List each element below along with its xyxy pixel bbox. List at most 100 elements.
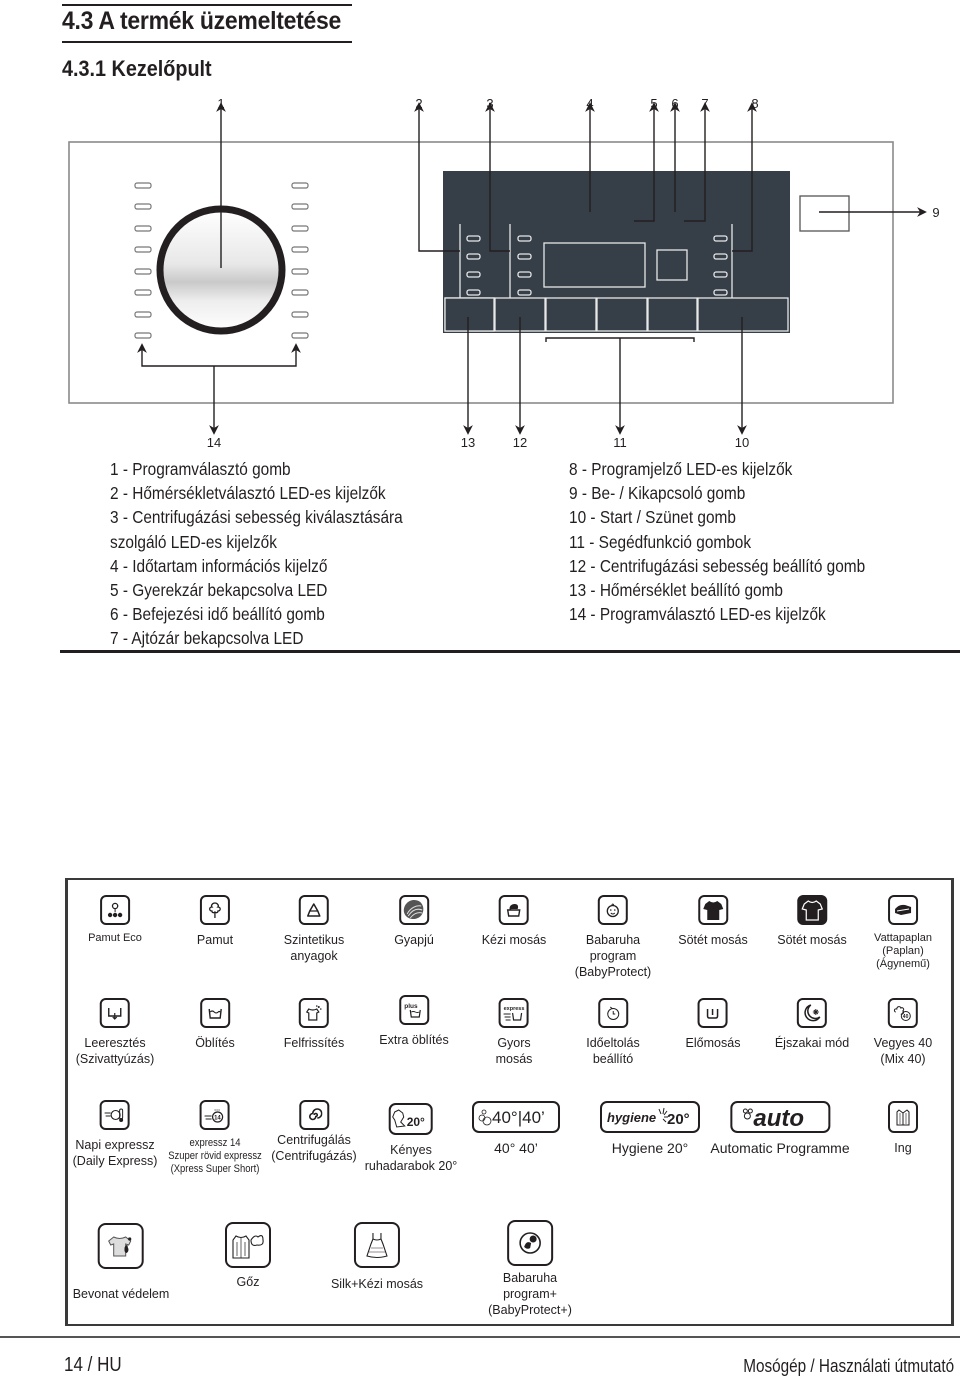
hygiene20-icon: hygiene 20° (600, 1101, 700, 1133)
callout-12: 12 (512, 435, 528, 450)
symbol-label: Szintetikus anyagok (283, 933, 345, 963)
40-40-icon: 40°|40’ (472, 1101, 560, 1133)
control-panel-diagram: 1 2 3 4 5 6 7 8 9 14 13 12 11 10 (0, 90, 960, 460)
silk-hand-wash-icon (354, 1222, 400, 1268)
callout-13: 13 (460, 435, 476, 450)
rinse-plus-icon: plus (398, 995, 429, 1025)
symbol-quick-wash: express Gyors mosás (495, 998, 533, 1067)
symbol-label: Leeresztés (Szivattyúzás) (75, 1036, 155, 1066)
symbol-40-40: 40°|40’ 40° 40’ (472, 1101, 560, 1156)
symbol-spin: Centrifugálás (Centrifugázás) (271, 1100, 357, 1164)
document-title: Mosógép / Használati útmutató (743, 1356, 954, 1376)
symbol-duvet: Vattapaplan (Paplan) (Ágynemű) (874, 895, 932, 971)
legend-item: 5 - Gyerekzár bekapcsolva LED (110, 580, 328, 601)
control-panel-drawing (68, 102, 927, 435)
symbol-dark-wash-2: Sötét mosás (777, 895, 847, 948)
program-leds-right (291, 182, 309, 339)
section-title: 4.3 A termék üzemeltetése (62, 7, 342, 35)
callout-14: 14 (206, 435, 222, 450)
symbol-baby-protect-plus: Babaruha program+ (BabyProtect+) (488, 1220, 572, 1318)
callout-11: 11 (613, 435, 627, 450)
callout-7: 7 (701, 96, 709, 111)
dark-shirt-icon (697, 895, 728, 925)
symbol-label: Előmosás (685, 1036, 741, 1050)
symbol-label: Vegyes 40 (Mix 40) (873, 1036, 933, 1066)
symbol-label: Extra öblítés (379, 1033, 449, 1047)
legend-item: 1 - Programválasztó gomb (110, 459, 291, 479)
symbol-label: Hygiene 20° (611, 1140, 689, 1156)
express-icon: express (498, 998, 529, 1028)
legend-divider (60, 650, 960, 653)
legend-item: 6 - Befejezési idő beállító gomb (110, 604, 325, 625)
symbol-label: Sötét mosás (777, 933, 847, 947)
callout-8: 8 (751, 96, 759, 111)
symbol-label: Automatic Programme (710, 1140, 850, 1156)
symbol-cotton: Pamut (197, 895, 233, 948)
dark-shirt-outline-icon (796, 895, 827, 925)
legend-item: 3 - Centrifugázási sebesség kiválasztásá… (110, 507, 403, 528)
baby-icon (597, 895, 628, 925)
symbol-label: Gyapjú (394, 933, 434, 947)
symbol-coat-protection: Bevonat védelem (72, 1223, 170, 1302)
legend-item: szolgáló LED-es kijelzők (110, 531, 277, 552)
callout-6: 6 (671, 96, 679, 111)
callout-9: 9 (932, 205, 940, 220)
callout-2: 2 (415, 96, 423, 111)
symbol-label: Babaruha program (BabyProtect) (574, 933, 652, 979)
cotton-eco-icon (100, 895, 130, 925)
symbol-auto: auto Automatic Programme (710, 1101, 850, 1156)
power-button-outline (799, 195, 850, 232)
symbol-label: Éjszakai mód (774, 1036, 850, 1050)
symbol-label: Bevonat védelem (72, 1287, 170, 1301)
legend-item: 7 - Ajtózár bekapcsolva LED (110, 628, 304, 649)
symbol-label: expressz 14 Szuper rövid expressz (Xpress … (168, 1137, 262, 1175)
symbol-label: Ing (894, 1141, 912, 1155)
symbol-hand-wash: Kézi mosás (481, 895, 547, 948)
symbol-drain: Leeresztés (Szivattyúzás) (75, 998, 155, 1067)
baby-plus-icon (507, 1220, 553, 1266)
legend-item: 13 - Hőmérséklet beállító gomb (569, 580, 783, 601)
program-leds-left (134, 182, 152, 339)
hand-wash-icon (498, 895, 529, 925)
symbol-baby-protect: Babaruha program (BabyProtect) (575, 895, 651, 980)
symbol-label: Kézi mosás (481, 933, 547, 947)
symbol-prewash: Előmosás (685, 998, 741, 1051)
symbol-label: Felfrissítés (283, 1036, 345, 1050)
callout-5: 5 (650, 96, 658, 111)
coat-protection-icon (98, 1223, 144, 1269)
symbol-label: Pamut (196, 933, 234, 947)
symbol-label: Gyors mosás (495, 1036, 533, 1066)
legend-item: 11 - Segédfunkció gombok (569, 531, 752, 552)
night-mode-icon (797, 998, 827, 1028)
symbol-express14: 14 expressz 14 Szuper rövid expressz (Xpre… (161, 1100, 270, 1176)
svg-text:20°: 20° (407, 1115, 425, 1129)
symbol-label: Pamut Eco (88, 932, 142, 944)
synthetics-icon (298, 895, 329, 925)
svg-text:40: 40 (903, 1014, 909, 1020)
legend-item: 14 - Programválasztó LED-es kijelzők (569, 604, 826, 625)
symbol-synthetics: Szintetikus anyagok (284, 895, 344, 964)
symbol-mix40: 40 Vegyes 40 (Mix 40) (874, 998, 932, 1067)
delay-timer-icon (597, 998, 628, 1028)
subsection-title: 4.3.1 Kezelőpult (62, 56, 212, 81)
legend-item: 9 - Be- / Kikapcsoló gomb (569, 483, 746, 504)
legend-item: 8 - Programjelző LED-es kijelzők (569, 459, 793, 479)
legend-item: 2 - Hőmérsékletválasztó LED-es kijelzők (110, 483, 386, 504)
symbol-label: Kényes ruhadarabok 20° (364, 1143, 458, 1173)
legend-item: 10 - Start / Szünet gomb (569, 507, 736, 528)
legend-item: 4 - Időtartam információs kijelző (110, 555, 328, 576)
symbol-label: Öblítés (195, 1036, 235, 1050)
legend-right: 8 - Programjelző LED-es kijelzők 9 - Be-… (569, 457, 865, 626)
symbol-cotton-eco: Pamut Eco (88, 895, 142, 945)
mix40-icon: 40 (887, 998, 918, 1028)
symbol-label: Sötét mosás (678, 933, 748, 947)
svg-text:14: 14 (214, 1116, 221, 1122)
symbol-rinse: Öblítés (195, 998, 235, 1051)
symbol-night-mode: Éjszakai mód (775, 998, 849, 1051)
cotton-icon (199, 895, 230, 925)
symbol-dark-wash-1: Sötét mosás (678, 895, 748, 948)
svg-text:40°|40’: 40°|40’ (492, 1108, 545, 1127)
callout-10: 10 (734, 435, 750, 450)
wool-icon (398, 895, 429, 925)
express14-icon: 14 (199, 1100, 230, 1130)
